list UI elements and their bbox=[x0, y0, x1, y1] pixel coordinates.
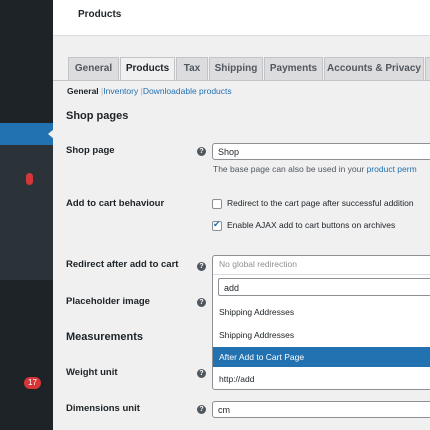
dropdown-option[interactable]: Shipping Addresses bbox=[213, 325, 430, 345]
update-count-badge: 17 bbox=[24, 377, 41, 389]
sidebar-item-dashboard[interactable]: board bbox=[0, 7, 53, 21]
shop-page-select[interactable]: Shop bbox=[212, 143, 430, 160]
sidebar-item-insurance[interactable]: rance bbox=[0, 355, 53, 369]
tab-tax[interactable]: Tax bbox=[176, 57, 208, 81]
tab-divider bbox=[53, 80, 430, 81]
dimensions-unit-select[interactable]: cm bbox=[212, 401, 430, 418]
sidebar-item-woocommerce[interactable]: ommerce bbox=[0, 123, 53, 145]
dropdown-option-highlighted[interactable]: After Add to Cart Page bbox=[213, 347, 430, 367]
ajax-add-to-cart-checkbox[interactable] bbox=[212, 219, 222, 231]
tab-products[interactable]: Products bbox=[120, 57, 175, 81]
tab-shipping[interactable]: Shipping bbox=[209, 57, 263, 81]
dropdown-placeholder: No global redirection bbox=[219, 259, 297, 269]
placeholder-image-label: Placeholder image bbox=[66, 296, 150, 307]
subnav-downloadable-link[interactable]: Downloadable products bbox=[143, 86, 232, 96]
sidebar-item-plugins[interactable]: s17 bbox=[0, 376, 53, 390]
tab-accounts-privacy[interactable]: Accounts & Privacy bbox=[324, 57, 424, 81]
product-permalink-link[interactable]: product perm bbox=[367, 164, 417, 174]
shop-page-description: The base page can also be used in your p… bbox=[213, 164, 417, 174]
help-icon[interactable]: ? bbox=[197, 369, 206, 378]
dropdown-option[interactable]: http://add bbox=[213, 369, 430, 389]
sidebar-item-analytics[interactable]: ics bbox=[0, 305, 53, 319]
subnav-current: General bbox=[67, 86, 99, 96]
help-icon[interactable]: ? bbox=[197, 405, 206, 414]
ajax-add-to-cart-label: Enable AJAX add to cart buttons on archi… bbox=[227, 220, 396, 230]
redirect-to-cart-checkbox[interactable] bbox=[212, 199, 222, 209]
redirect-after-add-label: Redirect after add to cart bbox=[66, 259, 179, 270]
shop-page-label: Shop page bbox=[66, 145, 115, 156]
sidebar-submenu bbox=[0, 145, 53, 280]
sidebar-item-marketing[interactable]: ting bbox=[0, 327, 53, 341]
tab-more[interactable] bbox=[425, 57, 430, 81]
dropdown-divider bbox=[213, 274, 430, 275]
tab-payments[interactable]: Payments bbox=[264, 57, 323, 81]
section-heading-measurements: Measurements bbox=[66, 331, 144, 343]
section-subnav: General |Inventory |Downloadable product… bbox=[67, 86, 232, 96]
notification-badge bbox=[26, 173, 33, 185]
active-arrow-icon bbox=[48, 129, 53, 139]
dropdown-search-input[interactable]: add bbox=[218, 278, 430, 296]
dimensions-unit-label: Dimensions unit bbox=[66, 403, 140, 414]
sidebar-item-products[interactable]: cts bbox=[0, 283, 53, 297]
tab-general[interactable]: General bbox=[68, 57, 119, 81]
sidebar-item-payments[interactable]: ments bbox=[0, 99, 53, 113]
subnav-inventory-link[interactable]: Inventory bbox=[103, 86, 138, 96]
help-icon[interactable]: ? bbox=[197, 298, 206, 307]
top-header: Products bbox=[53, 0, 430, 36]
add-to-cart-label: Add to cart behaviour bbox=[66, 198, 165, 209]
help-icon[interactable]: ? bbox=[197, 262, 206, 271]
description-text: The base page can also be used in your bbox=[213, 164, 367, 174]
redirect-dropdown[interactable]: No global redirection add Shipping Addre… bbox=[212, 255, 430, 390]
page-title: Products bbox=[78, 9, 122, 20]
help-icon[interactable]: ? bbox=[197, 147, 206, 156]
admin-sidebar: board ments ommerce cts ics ting rance s… bbox=[0, 0, 53, 430]
section-heading-shop-pages: Shop pages bbox=[66, 110, 129, 122]
weight-unit-label: Weight unit bbox=[66, 367, 118, 378]
redirect-to-cart-label: Redirect to the cart page after successf… bbox=[227, 198, 414, 208]
dropdown-option[interactable]: Shipping Addresses bbox=[213, 302, 430, 322]
